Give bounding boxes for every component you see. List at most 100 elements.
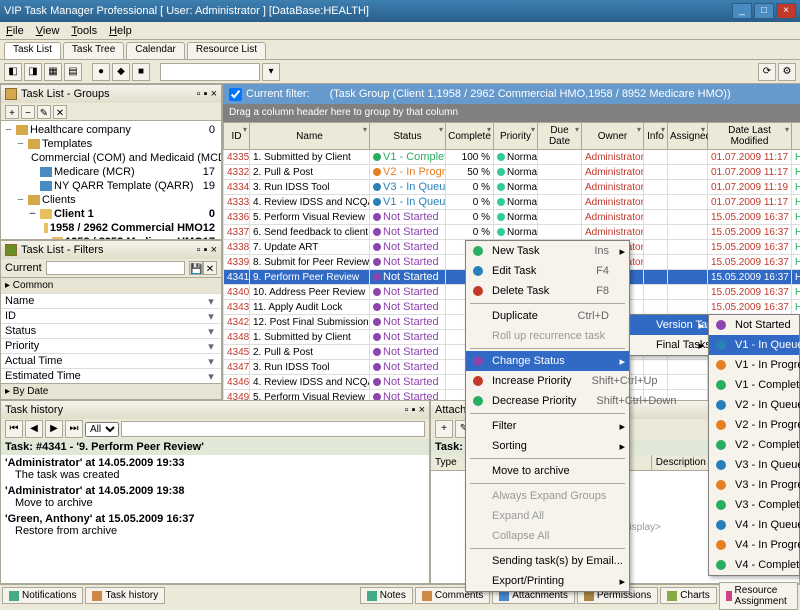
toolbar-button[interactable]: ◨ (24, 63, 42, 81)
history-search[interactable] (121, 421, 425, 437)
history-nav-last[interactable]: ⏭ (65, 420, 83, 438)
toolbar-button[interactable]: ● (92, 63, 110, 81)
menu-item[interactable]: Not Started (709, 315, 799, 335)
grid-row[interactable]: 43334. Review IDSS and NCQAV1 - In Queue… (224, 195, 800, 210)
group-tree[interactable]: −Healthcare company0−TemplatesCommercial… (1, 121, 221, 239)
tab-task-tree[interactable]: Task Tree (63, 42, 124, 59)
toolbar-button[interactable]: ⟳ (758, 63, 776, 81)
panel-controls[interactable]: ▫ ▪ × (197, 88, 217, 100)
menu-help[interactable]: Help (109, 22, 132, 39)
filter-field[interactable]: Status▾ (1, 323, 221, 338)
tree-row[interactable]: −Templates (3, 137, 219, 151)
toolbar-button[interactable]: ▾ (262, 63, 280, 81)
menu-item[interactable]: Collapse All (466, 526, 629, 546)
tree-toolbar-button[interactable]: ✕ (53, 105, 67, 119)
tree-row[interactable]: 1958 / 2962 Commercial HMO12 (3, 221, 219, 235)
minimize-button[interactable]: _ (732, 3, 752, 19)
menu-item[interactable]: V2 - Complete (709, 435, 799, 455)
menu-item[interactable]: V1 - Complete (709, 375, 799, 395)
grid-row[interactable]: 43322. Pull & PostV2 - In Progress50 %No… (224, 165, 800, 180)
toolbar-button[interactable]: ▦ (44, 63, 62, 81)
tree-row[interactable]: −Client 10 (3, 207, 219, 221)
tab-task-list[interactable]: Task List (4, 42, 61, 59)
menu-item[interactable]: Filter▸ (466, 416, 629, 436)
col-date-last-modified[interactable]: Date Last Modified▾ (708, 123, 792, 150)
toolbar-button[interactable]: ◧ (4, 63, 22, 81)
close-button[interactable]: × (776, 3, 796, 19)
col-due-date[interactable]: Due Date▾ (538, 123, 582, 150)
history-nav-prev[interactable]: ◀ (25, 420, 43, 438)
col-id[interactable]: ID▾ (224, 123, 250, 150)
attach-add-button[interactable]: + (435, 420, 453, 438)
filter-current-combo[interactable] (46, 261, 185, 275)
filter-section[interactable]: ▸ By Date (1, 383, 221, 399)
menu-item[interactable]: Increase PriorityShift+Ctrl+Up (466, 371, 629, 391)
menu-item[interactable]: V4 - In Progress (709, 535, 799, 555)
history-filter-select[interactable]: All (85, 422, 119, 437)
col-path[interactable]: Path▾ (792, 123, 800, 150)
menu-item[interactable]: V3 - Complete (709, 495, 799, 515)
col-status[interactable]: Status▾ (370, 123, 446, 150)
toolbar-combo[interactable] (160, 63, 260, 81)
menu-item[interactable]: DuplicateCtrl+D (466, 306, 629, 326)
menu-item[interactable]: Sending task(s) by Email... (466, 551, 629, 571)
history-nav-next[interactable]: ▶ (45, 420, 63, 438)
col-name[interactable]: Name▾ (250, 123, 370, 150)
menu-item[interactable]: V2 - In Queue (709, 395, 799, 415)
context-submenu-status[interactable]: Version Tasks▸Final Tasks▸ (629, 314, 709, 356)
menu-item[interactable]: Change Status▸ (466, 351, 629, 371)
tree-row[interactable]: −Clients (3, 193, 219, 207)
tree-row[interactable]: −Healthcare company0 (3, 123, 219, 137)
tree-toolbar-button[interactable]: ✎ (37, 105, 51, 119)
context-menu[interactable]: New TaskIns▸Edit TaskF4Delete TaskF8Dupl… (465, 240, 630, 592)
toolbar-button[interactable]: ⚙ (778, 63, 796, 81)
tree-row[interactable]: NY QARR Template (QARR)19 (3, 179, 219, 193)
bottom-tab-task-history[interactable]: Task history (85, 587, 165, 604)
filter-field[interactable]: ID▾ (1, 308, 221, 323)
panel-controls[interactable]: ▫ ▪ × (197, 244, 217, 256)
menu-item[interactable]: Always Expand Groups (466, 486, 629, 506)
filter-field[interactable]: Estimated Time▾ (1, 368, 221, 383)
tree-row[interactable]: 1958 / 8952 Medicare HMO17 (3, 235, 219, 239)
filter-field[interactable]: Actual Time▾ (1, 353, 221, 368)
menu-item[interactable]: Final Tasks▸ (630, 335, 708, 355)
grid-row[interactable]: 43365. Perform Visual ReviewNot Started0… (224, 210, 800, 225)
menu-item[interactable]: Decrease PriorityShift+Ctrl+Down (466, 391, 629, 411)
grid-row[interactable]: 43376. Send feedback to clientNot Starte… (224, 225, 800, 240)
menu-item[interactable]: V1 - In Queue (709, 335, 799, 355)
filter-save-button[interactable]: 💾 (189, 261, 203, 275)
maximize-button[interactable]: □ (754, 3, 774, 19)
bottom-tab-resource-assignment[interactable]: Resource Assignment (719, 582, 798, 610)
filter-checkbox[interactable] (229, 88, 242, 101)
menu-file[interactable]: File (6, 22, 24, 39)
grid-row[interactable]: 43343. Run IDSS ToolV3 - In Queue0 %Norm… (224, 180, 800, 195)
menu-item[interactable]: Export/Printing▸ (466, 571, 629, 591)
menu-item[interactable]: V3 - In Queue (709, 455, 799, 475)
menu-item[interactable]: V1 - In Progress (709, 355, 799, 375)
tree-row[interactable]: Medicare (MCR)17 (3, 165, 219, 179)
toolbar-button[interactable]: ▤ (64, 63, 82, 81)
menu-item[interactable]: Roll up recurrence task (466, 326, 629, 346)
tree-toolbar-button[interactable]: + (5, 105, 19, 119)
menu-item[interactable]: New TaskIns▸ (466, 241, 629, 261)
toolbar-button[interactable]: ◆ (112, 63, 130, 81)
menu-item[interactable]: Move to archive (466, 461, 629, 481)
col-owner[interactable]: Owner▾ (582, 123, 644, 150)
tree-row[interactable]: Commercial (COM) and Medicaid (MCD)12 (3, 151, 219, 165)
col-priority[interactable]: Priority▾ (494, 123, 538, 150)
context-submenu-version[interactable]: Not StartedV1 - In QueueV1 - In Progress… (708, 314, 800, 576)
tree-toolbar-button[interactable]: − (21, 105, 35, 119)
filter-field[interactable]: Name▾ (1, 293, 221, 308)
col-assigned[interactable]: Assigned▾ (668, 123, 708, 150)
menu-item[interactable]: V4 - In Queue (709, 515, 799, 535)
history-nav-first[interactable]: ⏮ (5, 420, 23, 438)
menu-tools[interactable]: Tools (71, 22, 97, 39)
menu-item[interactable]: V3 - In Progress (709, 475, 799, 495)
tab-calendar[interactable]: Calendar (126, 42, 185, 59)
col-info[interactable]: Info▾ (644, 123, 668, 150)
col-complete[interactable]: Complete▾ (446, 123, 494, 150)
tab-resource-list[interactable]: Resource List (187, 42, 266, 59)
toolbar-button[interactable]: ■ (132, 63, 150, 81)
bottom-tab-charts[interactable]: Charts (660, 587, 716, 604)
filter-delete-button[interactable]: ✕ (203, 261, 217, 275)
